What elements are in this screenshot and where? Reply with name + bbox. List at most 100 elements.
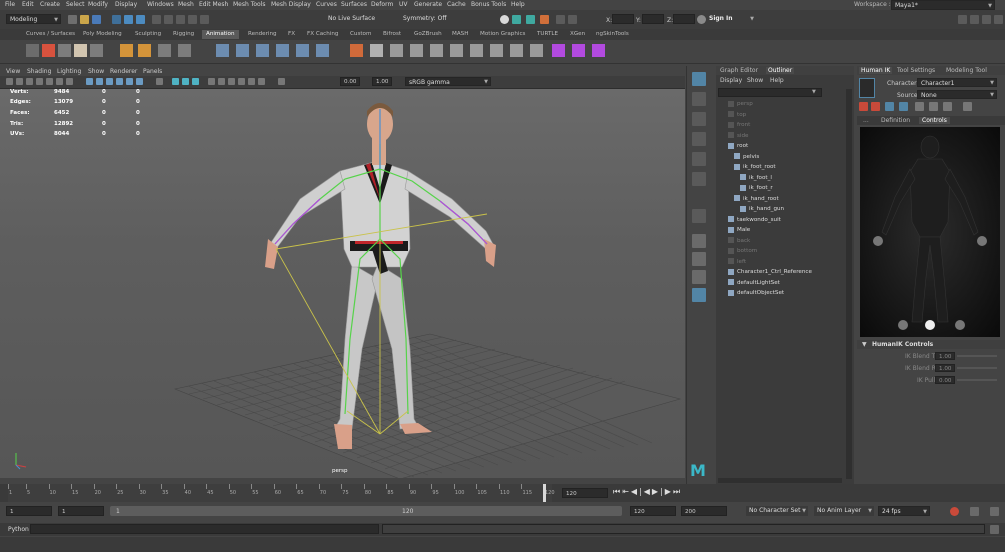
mash-icon-5[interactable] [450,44,463,57]
mash-icon-7[interactable] [490,44,503,57]
select-tool-icon[interactable] [692,72,706,86]
open-scene-icon[interactable] [80,15,89,24]
2d-pan-zoom-icon[interactable] [46,78,53,85]
menu-surfaces[interactable]: Surfaces [341,1,367,8]
make-live-icon[interactable] [200,15,209,24]
menu-edit[interactable]: Edit [22,1,34,8]
shelf-tab-curves-surfaces[interactable]: Curves / Surfaces [22,30,79,39]
outliner-item[interactable]: persp [728,99,753,109]
time-ruler[interactable]: 1 5 10 15 20 25 30 35 40 45 50 55 60 65 70 75 80 85 90 95 10… [8,484,555,502]
color-space-dropdown[interactable]: sRGB gamma ▼ [405,77,491,86]
set-key-icon[interactable] [350,44,363,57]
outliner-item[interactable]: side [728,131,748,141]
menu-windows[interactable]: Windows [147,1,174,8]
camera-attributes-icon[interactable] [16,78,23,85]
character-set-icon[interactable] [74,44,87,57]
outliner-item[interactable]: ik_hand_root [734,194,779,204]
play-backward-icon[interactable]: ◀ [644,487,652,496]
outliner-item[interactable]: left [728,257,746,267]
menu-help[interactable]: Help [511,1,525,8]
x-field[interactable] [612,14,634,24]
vp-menu-shading[interactable]: Shading [27,68,51,75]
exposure-icon[interactable] [278,78,285,85]
menu-select[interactable]: Select [66,1,85,8]
tab-human-ik[interactable]: Human IK [859,67,893,74]
snap-curve-icon[interactable] [164,15,173,24]
persp-graph-layout-icon[interactable] [692,288,706,302]
outliner-item[interactable]: ik_hand_gun [740,204,784,214]
outliner-menu-show[interactable]: Show [747,77,763,84]
character-set-dropdown[interactable]: No Character Set ▼ [746,506,808,516]
field-chart-icon[interactable] [238,78,245,85]
sign-in-button[interactable]: Sign In ▼ [706,14,756,24]
hik-pin-trans-icon[interactable] [871,102,880,111]
shelf-tab-xgen[interactable]: XGen [566,30,589,39]
menu-generate[interactable]: Generate [414,1,442,8]
shelf-tab-rendering[interactable]: Rendering [244,30,281,39]
gamma-field[interactable]: 1.00 [372,77,392,86]
orient-constraint-icon[interactable] [256,44,269,57]
outliner-item[interactable]: back [728,236,750,246]
ngskin-icon-1[interactable] [552,44,565,57]
ik-blend-t-slider[interactable] [957,355,997,357]
outliner-item[interactable]: front [728,120,750,130]
shelf-tab-poly-modeling[interactable]: Poly Modeling [79,30,126,39]
menu-uv[interactable]: UV [399,1,408,8]
current-frame-field[interactable]: 120 [562,488,608,498]
hik-subtab-dots[interactable]: ... [863,117,869,124]
play-forward-icon[interactable]: ▶ [652,487,660,496]
lasso-tool-icon[interactable] [692,92,706,106]
attribute-editor-icon[interactable] [970,15,979,24]
select-by-hierarchy-icon[interactable] [112,15,121,24]
menu-create[interactable]: Create [40,1,60,8]
gate-mask-icon[interactable] [228,78,235,85]
step-forward-frame-icon[interactable]: |▶ [660,487,673,496]
four-view-layout-icon[interactable] [692,252,706,266]
hypershade-icon[interactable] [540,15,549,24]
ik-pull-field[interactable]: 0.00 [935,376,955,384]
outliner-item[interactable]: bottom [728,246,757,256]
shelf-tab-fx-caching[interactable]: FX Caching [303,30,342,39]
transform-icon[interactable] [568,15,577,24]
z-field[interactable] [673,14,695,24]
y-field[interactable] [642,14,664,24]
mash-icon-8[interactable] [510,44,523,57]
snap-view-plane-icon[interactable] [188,15,197,24]
playhead[interactable] [543,484,546,502]
snap-grid-icon[interactable] [152,15,161,24]
tab-definition[interactable]: Definition [881,117,910,124]
shelf-tab-sculpting[interactable]: Sculpting [131,30,165,39]
outliner-h-scrollbar[interactable] [718,478,842,483]
exposure-field[interactable]: 0.00 [340,77,360,86]
hik-left-hand-effector[interactable] [873,236,883,246]
shelf-tab-fx[interactable]: FX [284,30,299,39]
source-dropdown[interactable]: None ▼ [917,90,997,99]
mash-icon-1[interactable] [370,44,383,57]
outliner-item[interactable]: Male [728,225,750,235]
shelf-tab-turtle[interactable]: TURTLE [533,30,562,39]
outliner-item[interactable]: defaultLightSet [728,278,780,288]
menu-mesh-display[interactable]: Mesh Display [271,1,311,8]
select-by-component-icon[interactable] [136,15,145,24]
mash-icon-4[interactable] [430,44,443,57]
vp-menu-renderer[interactable]: Renderer [110,68,137,75]
vp-menu-panels[interactable]: Panels [143,68,162,75]
hud-icon[interactable] [208,78,215,85]
hik-right-hand-effector[interactable] [977,236,987,246]
shelf-tab-rigging[interactable]: Rigging [169,30,198,39]
script-editor-icon[interactable] [990,525,999,534]
menu-mesh[interactable]: Mesh [178,1,194,8]
vp-menu-show[interactable]: Show [88,68,104,75]
workspace-dropdown[interactable]: Maya1* ▼ [891,0,995,10]
outliner-item[interactable]: ik_foot_l [740,173,772,183]
brush-tool-icon[interactable] [692,209,706,223]
scale-constraint-icon[interactable] [276,44,289,57]
outliner-menu-display[interactable]: Display [720,77,742,84]
time-slider[interactable]: 1 5 10 15 20 25 30 35 40 45 50 55 60 65 70 75 80 85 90 95 10… [0,484,1005,502]
hik-body-part-icon[interactable] [899,102,908,111]
lock-icon[interactable] [556,15,565,24]
menu-edit-mesh[interactable]: Edit Mesh [199,1,228,8]
hik-left-foot-effector[interactable] [898,320,908,330]
hik-character-view[interactable] [860,127,1000,337]
wireframe-on-shaded-icon[interactable] [106,78,113,85]
